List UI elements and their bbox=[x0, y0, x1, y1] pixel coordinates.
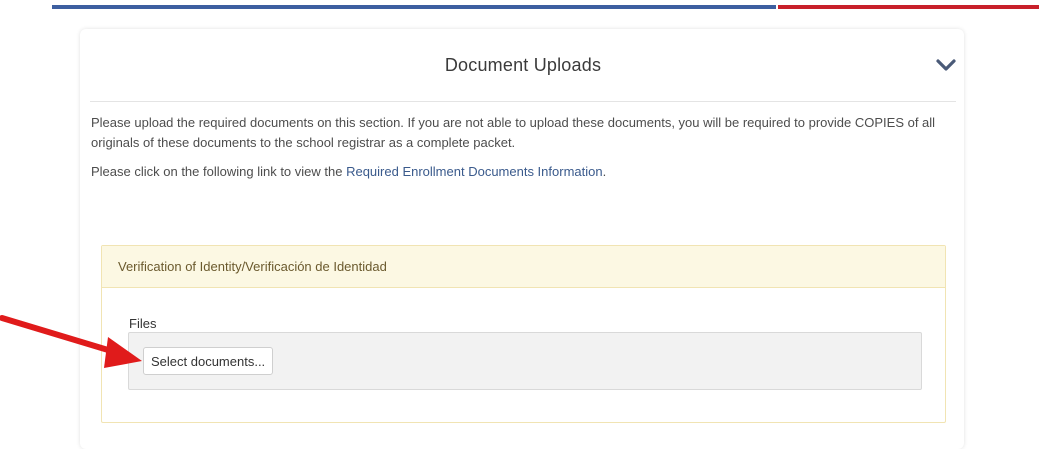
document-uploads-card: Document Uploads Please upload the requi… bbox=[80, 29, 964, 449]
intro-link-suffix: . bbox=[602, 164, 607, 179]
intro-link-paragraph: Please click on the following link to vi… bbox=[91, 162, 941, 182]
card-title: Document Uploads bbox=[444, 55, 602, 75]
intro-link-prefix: Please click on the following link to vi… bbox=[91, 164, 347, 179]
identity-section-title: Verification of Identity/Verificación de… bbox=[118, 259, 387, 274]
file-upload-dropzone[interactable]: Select documents... bbox=[128, 332, 922, 390]
select-documents-button[interactable]: Select documents... bbox=[143, 347, 274, 375]
red-arrow-icon bbox=[0, 315, 142, 368]
identity-verification-section: Verification of Identity/Verificación de… bbox=[101, 245, 946, 423]
identity-section-header: Verification of Identity/Verificación de… bbox=[102, 246, 945, 288]
chevron-down-icon[interactable] bbox=[934, 55, 958, 75]
required-documents-link[interactable]: Required Enrollment Documents Informatio… bbox=[346, 164, 603, 179]
intro-paragraph: Please upload the required documents on … bbox=[91, 115, 936, 150]
top-accent-bar-red bbox=[778, 5, 1039, 9]
top-accent-bar-blue bbox=[52, 5, 776, 9]
card-header[interactable]: Document Uploads bbox=[90, 29, 956, 102]
